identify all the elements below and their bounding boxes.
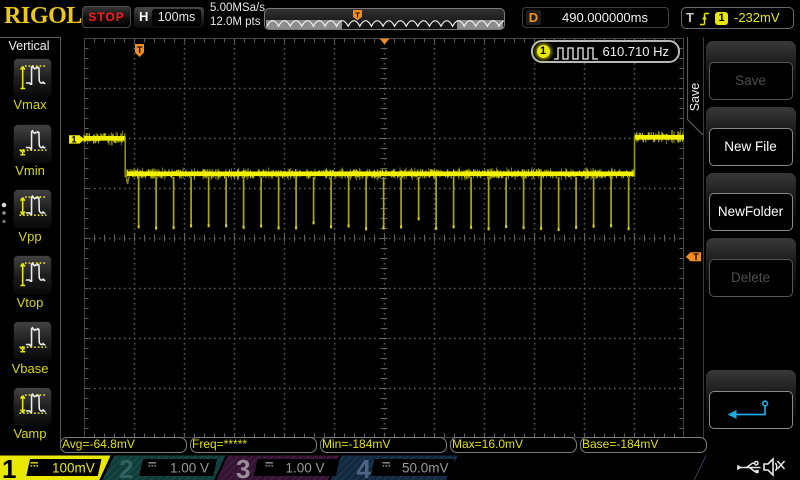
svg-text:T: T: [693, 252, 699, 262]
svg-text:T: T: [355, 10, 360, 19]
svg-text:3: 3: [236, 454, 250, 480]
svg-text:1: 1: [2, 454, 16, 480]
svg-text:4: 4: [357, 454, 372, 480]
svg-text:100mV: 100mV: [52, 460, 95, 475]
svg-text:1: 1: [71, 135, 76, 145]
svg-text:1.00 V: 1.00 V: [170, 460, 209, 475]
svg-text:50.0mV: 50.0mV: [402, 460, 449, 475]
svg-text:T: T: [137, 45, 143, 56]
svg-text:2: 2: [119, 454, 133, 480]
svg-text:1.00 V: 1.00 V: [286, 460, 325, 475]
